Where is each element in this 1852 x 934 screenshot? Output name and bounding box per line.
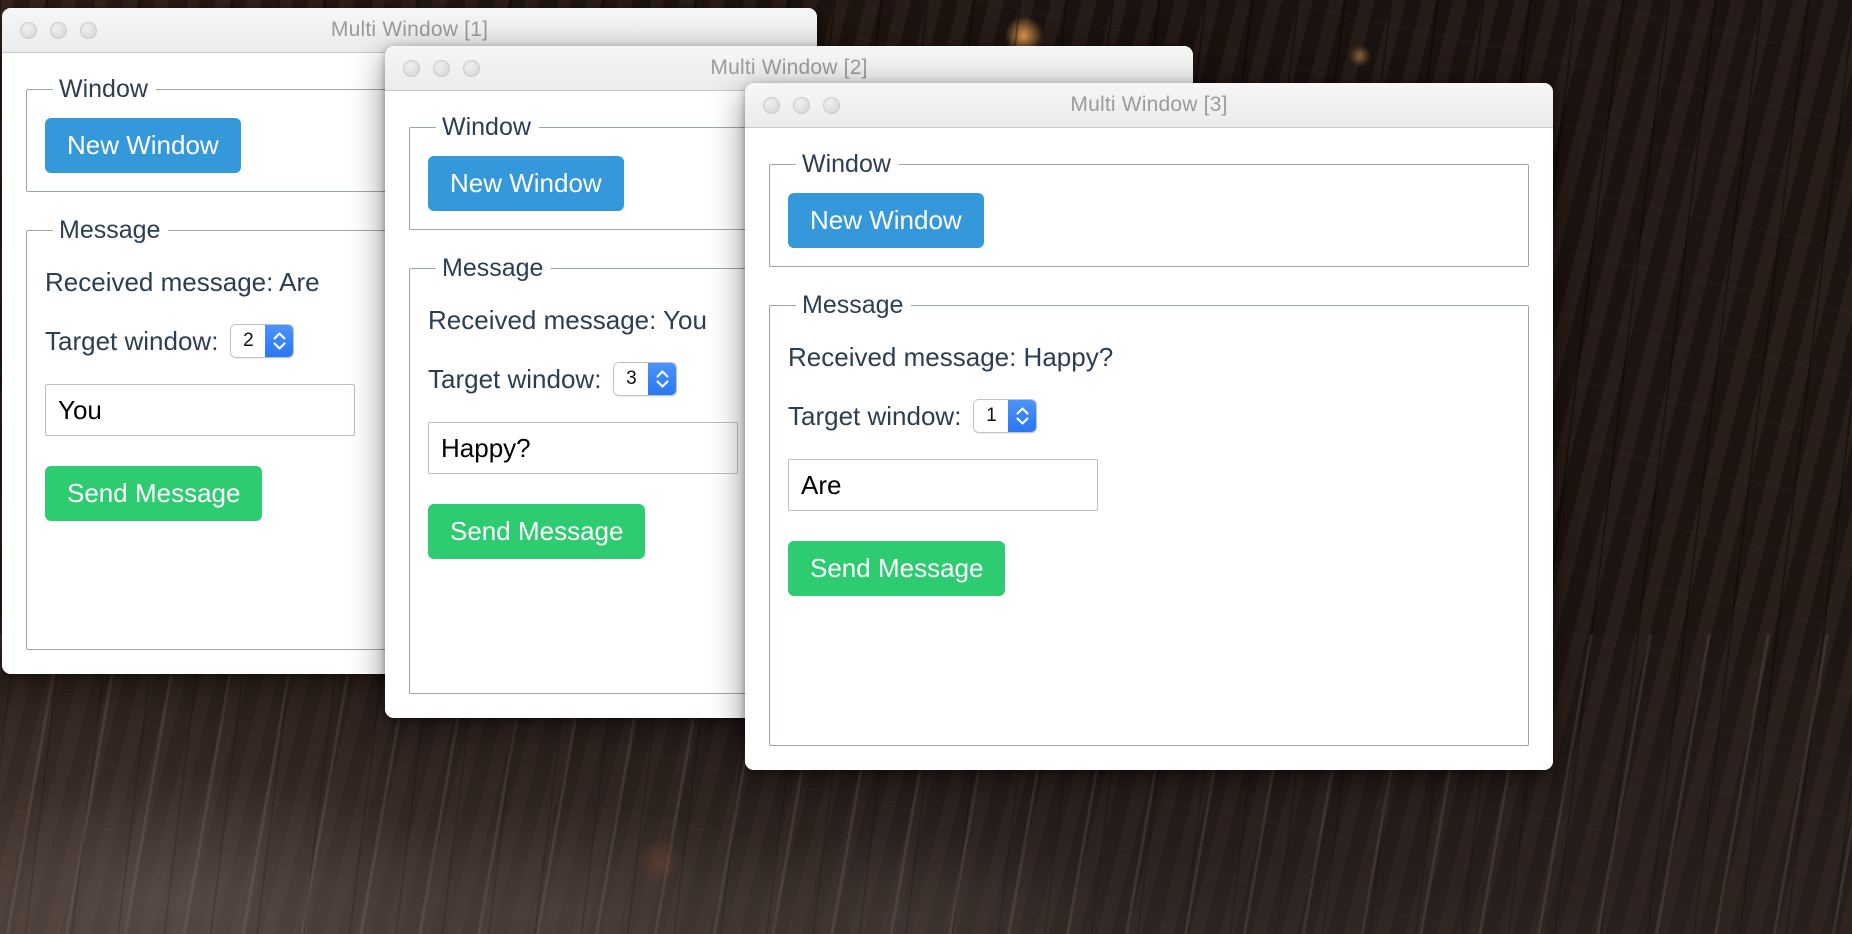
window-group-legend: Window <box>59 75 148 103</box>
send-message-button[interactable]: Send Message <box>788 541 1006 596</box>
message-group: Message Received message: Happy? Target … <box>769 291 1529 746</box>
traffic-light-group <box>745 96 840 114</box>
target-window-label: Target window: <box>45 325 219 356</box>
new-window-button[interactable]: New Window <box>45 118 241 173</box>
target-window-stepper[interactable]: 3 <box>613 362 678 396</box>
message-group-legend: Message <box>442 254 544 282</box>
chevron-up-icon[interactable] <box>656 370 669 378</box>
traffic-light-group <box>385 59 480 77</box>
window-body: Window New Window Message Received messa… <box>745 128 1553 770</box>
target-window-label: Target window: <box>428 363 602 394</box>
window-title: Multi Window [3] <box>1070 93 1228 116</box>
minimize-icon[interactable] <box>50 21 67 39</box>
send-message-button[interactable]: Send Message <box>428 504 646 559</box>
target-window-row: Target window: 1 <box>788 399 1510 433</box>
zoom-icon[interactable] <box>80 21 97 39</box>
stepper-arrows[interactable] <box>1008 400 1037 432</box>
stepper-arrows[interactable] <box>648 363 677 395</box>
traffic-light-group <box>2 21 97 39</box>
chevron-down-icon[interactable] <box>1016 417 1029 425</box>
message-input-wrap <box>45 358 355 436</box>
target-window-stepper[interactable]: 1 <box>973 399 1038 433</box>
close-icon[interactable] <box>763 96 780 114</box>
new-window-button[interactable]: New Window <box>428 156 624 211</box>
window-group-legend: Window <box>802 150 891 178</box>
titlebar[interactable]: Multi Window [3] <box>745 83 1553 128</box>
chevron-down-icon[interactable] <box>273 342 286 350</box>
target-window-value: 2 <box>231 325 266 357</box>
target-window-stepper[interactable]: 2 <box>230 324 295 358</box>
close-icon[interactable] <box>403 59 420 77</box>
message-input[interactable] <box>788 459 1098 511</box>
zoom-icon[interactable] <box>463 59 480 77</box>
target-window-value: 3 <box>614 363 649 395</box>
close-icon[interactable] <box>20 21 37 39</box>
message-input-wrap <box>428 396 738 474</box>
window-group: Window New Window <box>769 150 1529 267</box>
stepper-arrows[interactable] <box>265 325 294 357</box>
chevron-up-icon[interactable] <box>1016 407 1029 415</box>
received-message-label: Received message: Happy? <box>788 342 1114 372</box>
message-input[interactable] <box>428 422 738 474</box>
window-group-legend: Window <box>442 113 531 141</box>
send-message-button[interactable]: Send Message <box>45 466 263 521</box>
target-window-value: 1 <box>974 400 1009 432</box>
window-multi-window-3[interactable]: Multi Window [3] Window New Window Messa… <box>745 83 1553 770</box>
message-input-wrap <box>788 433 1098 511</box>
message-group-legend: Message <box>59 216 161 244</box>
new-window-button[interactable]: New Window <box>788 193 984 248</box>
minimize-icon[interactable] <box>433 59 450 77</box>
window-title: Multi Window [1] <box>330 18 489 41</box>
window-title: Multi Window [2] <box>710 56 868 79</box>
minimize-icon[interactable] <box>793 96 810 114</box>
chevron-down-icon[interactable] <box>656 380 669 388</box>
chevron-up-icon[interactable] <box>273 332 286 340</box>
target-window-label: Target window: <box>788 400 962 431</box>
zoom-icon[interactable] <box>823 96 840 114</box>
message-group-legend: Message <box>802 291 904 319</box>
message-input[interactable] <box>45 384 355 436</box>
